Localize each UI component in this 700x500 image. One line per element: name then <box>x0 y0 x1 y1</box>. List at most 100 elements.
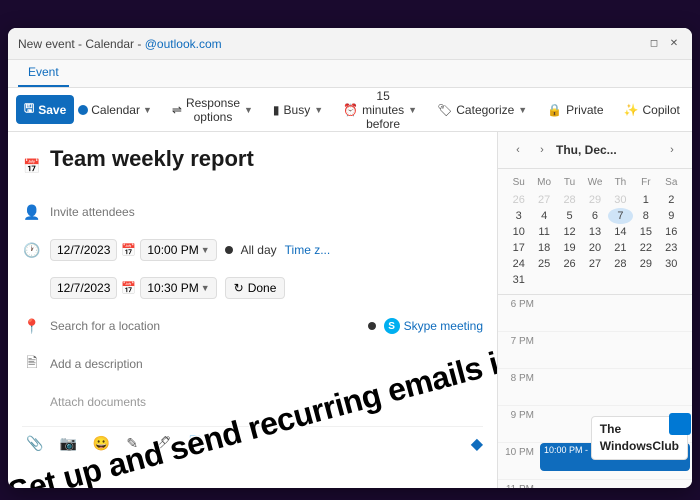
start-date-group: 12/7/2023 📅 10:00 PM ▼ <box>50 239 217 261</box>
restore-button[interactable]: ◻ <box>646 36 662 52</box>
location-input[interactable] <box>50 317 360 335</box>
cal-day-selected[interactable]: 7 <box>608 208 633 224</box>
prev-week-button[interactable]: › <box>532 140 552 160</box>
end-date-input[interactable]: 12/7/2023 <box>50 277 117 299</box>
chevron-down-icon: ▼ <box>201 245 210 255</box>
cal-day[interactable]: 16 <box>659 224 684 240</box>
cal-day[interactable]: 14 <box>608 224 633 240</box>
busy-button[interactable]: ▮ Busy ▼ <box>265 99 331 121</box>
cal-day[interactable]: 20 <box>582 240 607 256</box>
image-button[interactable]: 📷 <box>55 433 80 454</box>
cal-day[interactable]: 26 <box>506 192 531 208</box>
emoji-button[interactable]: 😀 <box>89 433 114 454</box>
end-datetime-row: 12/7/2023 📅 10:30 PM ▼ ↻ Done <box>22 274 483 302</box>
draw-button[interactable]: ✎ <box>122 433 142 454</box>
cal-day[interactable]: 17 <box>506 240 531 256</box>
cal-day[interactable]: 27 <box>531 192 556 208</box>
done-button[interactable]: ↻ Done <box>225 277 286 299</box>
end-time-input[interactable]: 10:30 PM ▼ <box>140 277 216 299</box>
cal-day[interactable]: 2 <box>659 192 684 208</box>
end-date-group: 12/7/2023 📅 10:30 PM ▼ <box>50 277 217 299</box>
cal-day[interactable]: 30 <box>608 192 633 208</box>
cal-day[interactable]: 1 <box>633 192 658 208</box>
cal-day[interactable]: 8 <box>633 208 658 224</box>
start-date-input[interactable]: 12/7/2023 <box>50 239 117 261</box>
clock-icon: ⏰ <box>343 103 358 117</box>
attachment-button[interactable]: 📎 <box>22 433 47 454</box>
cal-day[interactable]: 19 <box>557 240 582 256</box>
tab-event[interactable]: Event <box>18 61 69 87</box>
cal-day[interactable]: 24 <box>506 256 531 272</box>
cal-day[interactable]: 23 <box>659 240 684 256</box>
pen-button[interactable]: 🖊 <box>150 433 176 454</box>
cal-day[interactable]: 5 <box>557 208 582 224</box>
windows-blue-box <box>669 413 691 435</box>
skype-meeting-button[interactable]: S Skype meeting <box>384 318 483 334</box>
clock-icon: 🕐 <box>22 242 42 259</box>
cal-day[interactable]: 27 <box>582 256 607 272</box>
private-button[interactable]: 🔒 Private <box>539 99 611 121</box>
attendees-input[interactable] <box>50 203 483 221</box>
time-content <box>538 369 692 405</box>
cal-day[interactable]: 11 <box>531 224 556 240</box>
cal-day[interactable]: 15 <box>633 224 658 240</box>
cal-day[interactable]: 9 <box>659 208 684 224</box>
cal-day[interactable]: 28 <box>557 192 582 208</box>
calendar-dropdown[interactable]: Calendar ▼ <box>78 103 152 117</box>
categorize-button[interactable]: 🏷 Categorize ▼ <box>429 99 535 121</box>
cal-day[interactable]: 30 <box>659 256 684 272</box>
recurrence-icon: ↻ <box>234 281 244 295</box>
cal-day[interactable]: 3 <box>506 208 531 224</box>
cal-day[interactable]: 31 <box>506 272 531 288</box>
time-content <box>538 332 692 368</box>
cal-day[interactable]: 28 <box>608 256 633 272</box>
day-header-mo: Mo <box>531 175 556 190</box>
time-label: 6 PM <box>498 295 538 310</box>
main-area: 📅 👤 🕐 12/7/2023 📅 10:00 PM ▼ <box>8 132 692 488</box>
month-label: Thu, Dec... <box>556 143 658 157</box>
start-time-input[interactable]: 10:00 PM ▼ <box>140 239 216 261</box>
save-button[interactable]: 🖫 Save <box>16 95 74 124</box>
day-headers: Su Mo Tu We Th Fr Sa <box>506 175 684 190</box>
cal-day[interactable]: 26 <box>557 256 582 272</box>
watermark-line2: WindowsClub <box>600 438 679 455</box>
event-title-input[interactable] <box>50 144 483 174</box>
timezone-button[interactable]: Time z... <box>285 243 331 257</box>
reminder-button[interactable]: ⏰ 15 minutes before ▼ <box>335 85 425 135</box>
cal-day[interactable]: 25 <box>531 256 556 272</box>
body-icon: 🖹 <box>22 352 42 376</box>
cal-day[interactable]: 21 <box>608 240 633 256</box>
cal-day[interactable]: 12 <box>557 224 582 240</box>
prev-month-button[interactable]: ‹ <box>508 140 528 160</box>
location-row: 📍 S Skype meeting <box>22 312 483 340</box>
time-content: The WindowsClub <box>538 406 692 442</box>
cal-day[interactable]: 29 <box>582 192 607 208</box>
cal-day[interactable]: 13 <box>582 224 607 240</box>
day-header-we: We <box>582 175 607 190</box>
window-title: New event - Calendar - @outlook.com <box>18 37 646 51</box>
cal-day[interactable]: 4 <box>531 208 556 224</box>
calendar-nav: ‹ › Thu, Dec... › <box>498 132 692 169</box>
chevron-down-icon: ▼ <box>408 105 417 115</box>
all-day-label: All day <box>241 243 277 257</box>
response-options-button[interactable]: ⇌ Response options ▼ <box>164 92 261 128</box>
attach-label[interactable]: Attach documents <box>50 395 146 409</box>
time-slot-6pm: 6 PM <box>498 295 692 332</box>
body-row: 🖹 <box>22 350 483 378</box>
lock-icon: 🔒 <box>547 103 562 117</box>
next-month-button[interactable]: › <box>662 140 682 160</box>
cal-day[interactable]: 29 <box>633 256 658 272</box>
cal-day[interactable]: 10 <box>506 224 531 240</box>
format-toolbar: 📎 📷 😀 ✎ 🖊 📄 ◆ <box>22 426 483 460</box>
save-icon: 🖫 <box>24 99 34 120</box>
body-input[interactable] <box>50 355 483 373</box>
cal-day[interactable]: 18 <box>531 240 556 256</box>
skype-icon: S <box>384 318 400 334</box>
cal-day[interactable]: 6 <box>582 208 607 224</box>
close-button[interactable]: ✕ <box>666 36 682 52</box>
table-button[interactable]: 📄 <box>184 433 209 454</box>
attach-row: Attach documents <box>22 388 483 416</box>
copilot-button[interactable]: ✨ Copilot <box>616 99 688 121</box>
cal-day[interactable]: 22 <box>633 240 658 256</box>
time-slot-9pm: 9 PM The WindowsClub <box>498 406 692 443</box>
